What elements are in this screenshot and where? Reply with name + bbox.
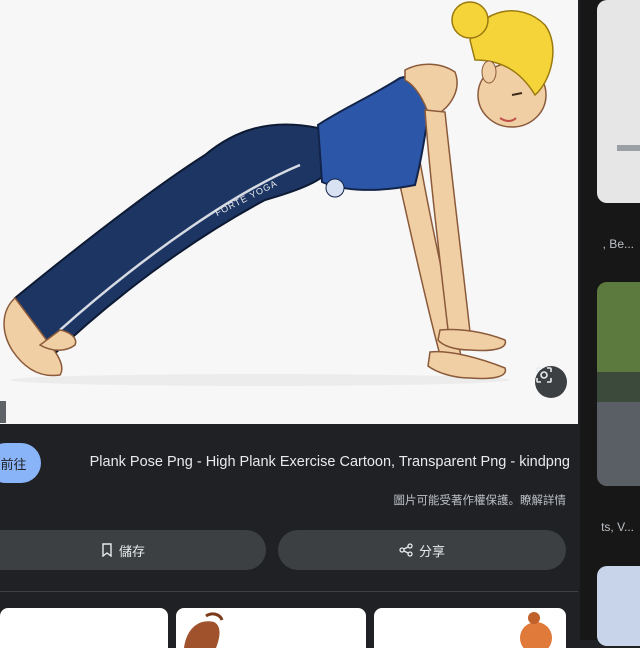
figure-shape	[597, 402, 640, 486]
save-label: 儲存	[118, 543, 145, 559]
preview-image[interactable]: FORTE YOGA	[0, 0, 578, 424]
copyright-notice[interactable]: 圖片可能受著作權保護。瞭解詳情	[300, 492, 567, 508]
section-divider	[0, 591, 578, 592]
image-corner-indicator	[0, 401, 6, 423]
side-results-column	[580, 0, 640, 646]
related-thumbnail-art	[520, 612, 552, 648]
related-image-3[interactable]	[374, 608, 566, 648]
related-image-1[interactable]	[0, 608, 168, 648]
bookmark-icon	[102, 543, 112, 557]
lens-search-button[interactable]	[535, 366, 567, 398]
image-title[interactable]: Plank Pose Png - High Plank Exercise Car…	[60, 452, 570, 472]
related-thumbnail-art	[184, 612, 224, 648]
side-result-thumbnail-2[interactable]	[597, 282, 640, 486]
plank-pose-illustration	[3, 1, 554, 386]
visit-button[interactable]: 前往	[0, 443, 41, 483]
share-icon	[399, 543, 413, 557]
lens-icon	[536, 367, 552, 383]
mat-shape	[617, 145, 640, 151]
share-label: 分享	[418, 543, 445, 559]
save-button[interactable]: 儲存	[0, 530, 266, 570]
foliage-shape	[597, 282, 640, 372]
share-button[interactable]: 分享	[278, 530, 566, 570]
side-result-caption-1[interactable]: , Be...	[580, 237, 640, 251]
related-image-2[interactable]	[176, 608, 366, 648]
side-result-thumbnail-1[interactable]	[597, 0, 640, 203]
side-result-thumbnail-3[interactable]	[597, 566, 640, 646]
image-preview-panel: FORTE YOGA 前往 Plank Pose Png - High Plan…	[0, 0, 580, 648]
side-result-caption-2[interactable]: ts, V...	[580, 520, 640, 534]
